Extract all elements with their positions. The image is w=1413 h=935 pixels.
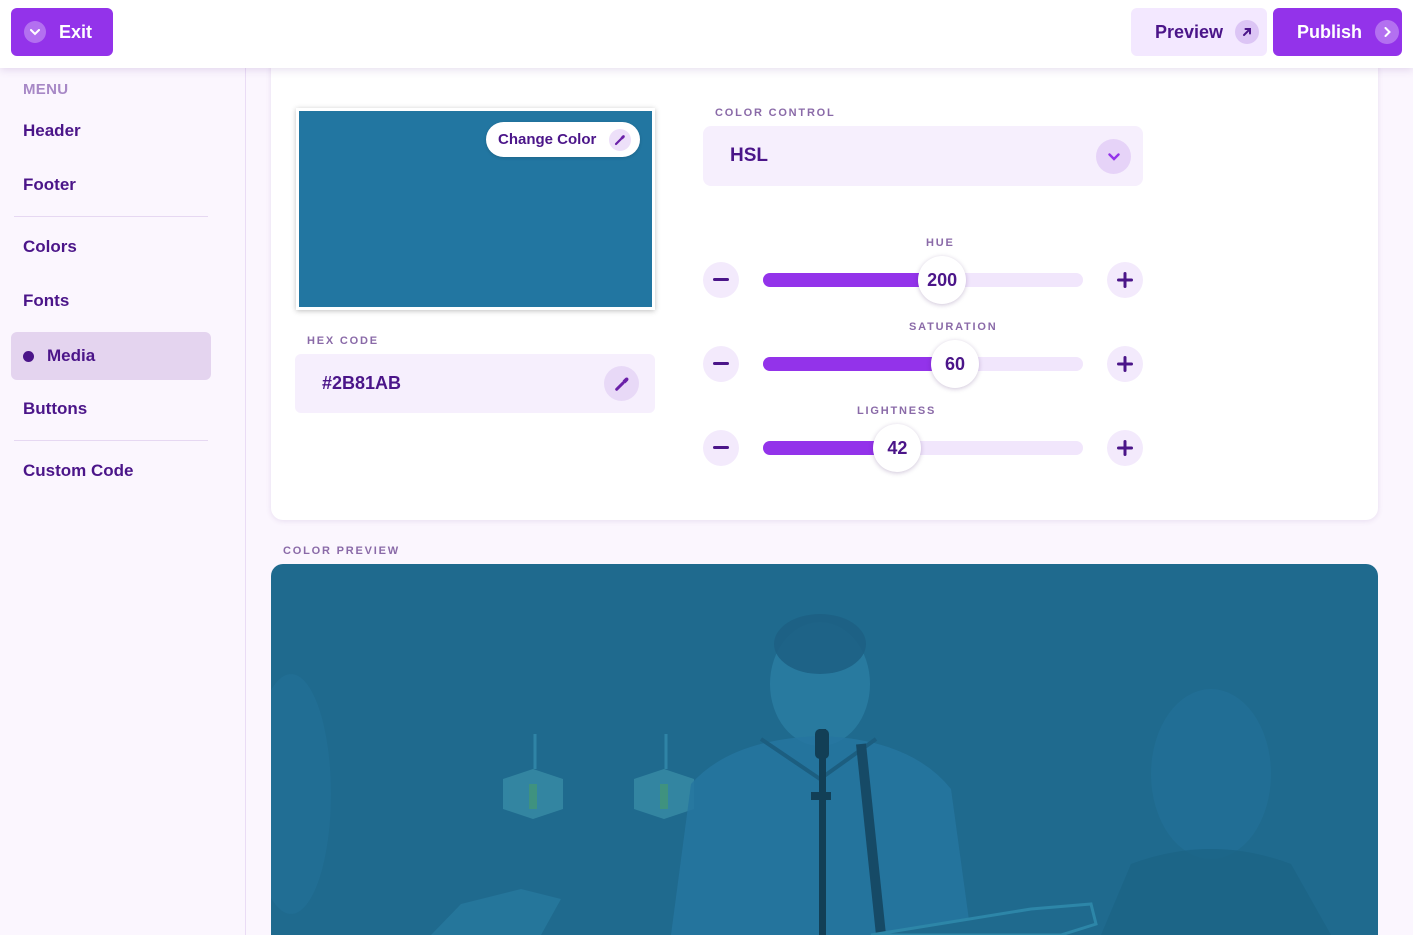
saturation-label: SATURATION bbox=[909, 321, 998, 333]
chevron-down-icon bbox=[1096, 139, 1131, 174]
preview-button[interactable]: Preview bbox=[1131, 8, 1267, 56]
color-control-value: HSL bbox=[730, 145, 768, 166]
plus-icon bbox=[1117, 440, 1133, 456]
plus-icon bbox=[1117, 356, 1133, 372]
eyedropper-icon bbox=[614, 377, 628, 391]
publish-button[interactable]: Publish bbox=[1273, 8, 1402, 56]
color-preview-label: COLOR PREVIEW bbox=[283, 545, 400, 557]
sidebar-item-label: Header bbox=[23, 121, 81, 140]
top-bar: Exit Preview Publish bbox=[0, 0, 1413, 68]
sidebar-item-footer[interactable]: Footer bbox=[11, 161, 211, 209]
chevron-down-icon bbox=[24, 21, 46, 43]
active-dot-icon bbox=[23, 350, 34, 362]
hex-code-field[interactable]: #2B81AB bbox=[295, 354, 655, 413]
sidebar-item-label: Buttons bbox=[23, 399, 88, 418]
external-link-icon bbox=[1235, 20, 1260, 44]
hex-code-value: #2B81AB bbox=[322, 373, 402, 393]
sidebar-item-colors[interactable]: Colors bbox=[11, 223, 211, 271]
hue-label: HUE bbox=[926, 237, 955, 249]
lightness-value: 42 bbox=[887, 437, 908, 458]
saturation-value: 60 bbox=[944, 353, 966, 374]
minus-icon bbox=[713, 446, 729, 449]
sidebar-item-custom-code[interactable]: Custom Code bbox=[11, 447, 211, 495]
sidebar-item-label: Colors bbox=[23, 237, 77, 256]
sidebar-item-label: Custom Code bbox=[23, 461, 134, 480]
change-color-label: Change Color bbox=[498, 131, 597, 148]
sidebar-divider bbox=[14, 216, 208, 217]
eyedropper-icon bbox=[609, 128, 632, 151]
saturation-decrease-button[interactable] bbox=[703, 346, 739, 382]
exit-label: Exit bbox=[59, 21, 93, 42]
sidebar-item-label: Footer bbox=[23, 175, 76, 194]
chevron-right-icon bbox=[1375, 20, 1400, 44]
saturation-slider-track[interactable] bbox=[763, 357, 1083, 371]
plus-icon bbox=[1117, 272, 1133, 288]
sidebar-item-buttons[interactable]: Buttons bbox=[11, 385, 211, 433]
sidebar-item-label: Media bbox=[47, 346, 96, 365]
minus-icon bbox=[713, 278, 729, 281]
lightness-decrease-button[interactable] bbox=[703, 430, 739, 466]
hue-slider-handle[interactable]: 200 bbox=[918, 256, 967, 304]
hue-increase-button[interactable] bbox=[1107, 262, 1143, 298]
sidebar: MENU Header Footer Colors Fonts Media Bu… bbox=[0, 68, 246, 935]
sidebar-item-fonts[interactable]: Fonts bbox=[11, 277, 211, 325]
sidebar-item-header[interactable]: Header bbox=[11, 107, 211, 155]
hue-slider-fill bbox=[763, 273, 943, 287]
eyedropper-button[interactable] bbox=[604, 366, 639, 401]
color-control-label: COLOR CONTROL bbox=[715, 107, 836, 119]
color-control-select[interactable]: HSL bbox=[703, 126, 1143, 186]
minus-icon bbox=[713, 362, 729, 365]
change-color-button[interactable]: Change Color bbox=[486, 122, 640, 157]
lightness-label: LIGHTNESS bbox=[857, 405, 937, 417]
saturation-slider-handle[interactable]: 60 bbox=[931, 340, 979, 388]
sidebar-item-media[interactable]: Media bbox=[11, 332, 211, 380]
exit-button[interactable]: Exit bbox=[11, 8, 113, 56]
lightness-increase-button[interactable] bbox=[1107, 430, 1143, 466]
sidebar-divider bbox=[14, 440, 208, 441]
concert-photo-illustration bbox=[271, 614, 1331, 935]
sidebar-item-label: Fonts bbox=[23, 291, 70, 310]
hex-code-label: HEX CODE bbox=[307, 335, 379, 347]
lightness-slider-track[interactable] bbox=[763, 441, 1083, 455]
hue-value: 200 bbox=[927, 269, 958, 290]
saturation-increase-button[interactable] bbox=[1107, 346, 1143, 382]
color-preview-image bbox=[271, 564, 1378, 935]
hue-decrease-button[interactable] bbox=[703, 262, 739, 298]
saturation-slider-fill bbox=[763, 357, 955, 371]
publish-label: Publish bbox=[1297, 21, 1363, 42]
menu-label: MENU bbox=[23, 81, 69, 98]
preview-label: Preview bbox=[1155, 21, 1224, 42]
